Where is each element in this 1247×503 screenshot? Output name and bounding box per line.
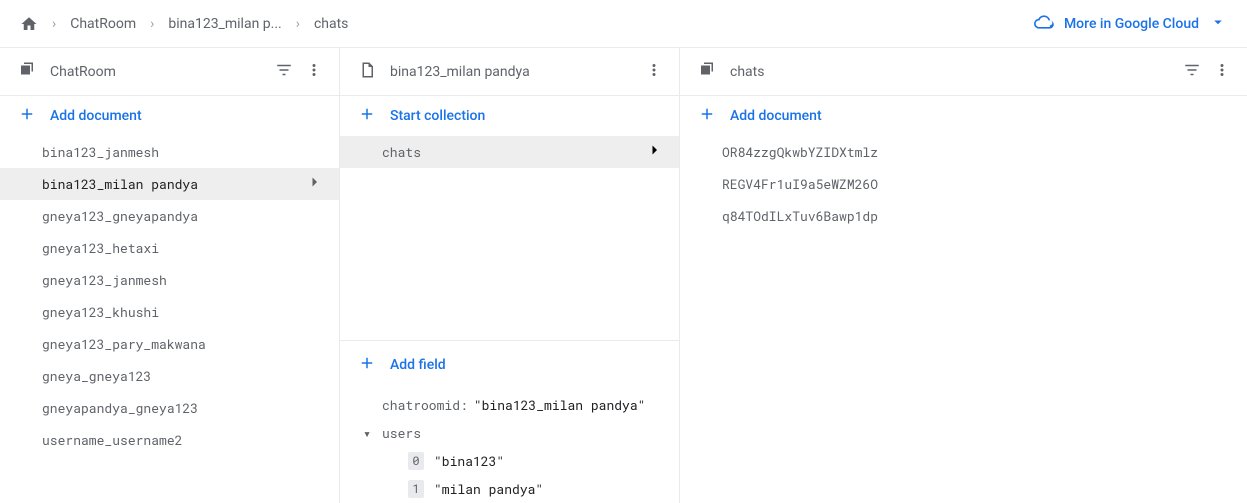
- home-icon[interactable]: [20, 15, 38, 33]
- breadcrumb-item[interactable]: chats: [314, 16, 348, 32]
- start-collection-button[interactable]: Start collection: [340, 96, 679, 136]
- array-value: "milan pandya": [434, 475, 543, 503]
- breadcrumb: › ChatRoom › bina123_milan p... › chats: [20, 15, 348, 33]
- panels: ChatRoom Add document bina123_janmeshbin…: [0, 48, 1247, 503]
- document-id: gneyapandya_gneya123: [42, 399, 198, 417]
- subcollection-list: chats: [340, 136, 679, 168]
- document-item[interactable]: q84TOdILxTuv6Bawp1dp: [680, 200, 1247, 232]
- document-list: bina123_janmesh bina123_milan pandya gneya…: [0, 136, 339, 456]
- panel-title: bina123_milan pandya: [390, 64, 530, 80]
- cloud-link-label: More in Google Cloud: [1064, 16, 1199, 32]
- chevron-down-icon: [1209, 13, 1227, 35]
- document-item[interactable]: username_username2: [0, 424, 339, 456]
- add-document-label: Add document: [730, 108, 822, 124]
- add-field-label: Add field: [390, 357, 446, 373]
- field-row[interactable]: chatroomid: "bina123_milan pandya": [382, 391, 663, 419]
- chevron-right-icon: ›: [150, 16, 154, 32]
- document-id: OR84zzgQkwbYZIDXtmlz: [722, 143, 878, 161]
- document-item[interactable]: gneya123_gneyapandya: [0, 200, 339, 232]
- chevron-right-icon: ›: [52, 16, 56, 32]
- collection-panel: ChatRoom Add document bina123_janmeshbin…: [0, 48, 340, 503]
- fields-area: Add field chatroomid: "bina123_milan pan…: [340, 340, 679, 503]
- breadcrumb-item[interactable]: ChatRoom: [70, 16, 136, 32]
- field-row[interactable]: ▾ users: [382, 419, 663, 447]
- panel-header: bina123_milan pandya: [340, 48, 679, 96]
- document-item[interactable]: bina123_milan pandya: [0, 168, 339, 200]
- document-icon: [358, 61, 376, 83]
- start-collection-label: Start collection: [390, 108, 485, 124]
- plus-icon: [358, 105, 376, 127]
- array-item[interactable]: 0 "bina123": [382, 447, 663, 475]
- document-id: REGV4Fr1uI9a5eWZM26O: [722, 175, 878, 193]
- document-id: bina123_milan pandya: [42, 175, 198, 193]
- more-in-google-cloud-link[interactable]: More in Google Cloud: [1034, 12, 1227, 36]
- document-item[interactable]: gneya123_hetaxi: [0, 232, 339, 264]
- plus-icon: [358, 354, 376, 376]
- document-item[interactable]: bina123_janmesh: [0, 136, 339, 168]
- add-document-label: Add document: [50, 108, 142, 124]
- panel-title: chats: [730, 64, 764, 80]
- document-panel: bina123_milan pandya Start collection ch…: [340, 48, 680, 503]
- panel-header: ChatRoom: [0, 48, 339, 96]
- document-id: gneya123_gneyapandya: [42, 207, 198, 225]
- plus-icon: [698, 105, 716, 127]
- document-item[interactable]: gneyapandya_gneya123: [0, 392, 339, 424]
- document-id: bina123_janmesh: [42, 143, 159, 161]
- document-item[interactable]: OR84zzgQkwbYZIDXtmlz: [680, 136, 1247, 168]
- collection-icon: [18, 61, 36, 83]
- document-id: gneya123_khushi: [42, 303, 159, 321]
- more-vert-icon[interactable]: [645, 61, 663, 83]
- array-index-badge: 0: [408, 452, 424, 470]
- cloud-icon: [1034, 12, 1054, 36]
- field-key: chatroomid:: [382, 391, 468, 419]
- document-id: gneya123_hetaxi: [42, 239, 159, 257]
- document-item[interactable]: gneya_gneya123: [0, 360, 339, 392]
- panel-title: ChatRoom: [50, 64, 116, 80]
- filter-icon[interactable]: [1183, 61, 1201, 83]
- chevron-right-icon: [645, 141, 663, 163]
- add-document-button[interactable]: Add document: [0, 96, 339, 136]
- subcollection-item[interactable]: chats: [340, 136, 679, 168]
- chevron-right-icon: ›: [296, 16, 300, 32]
- panel-header: chats: [680, 48, 1247, 96]
- document-item[interactable]: gneya123_pary_makwana: [0, 328, 339, 360]
- subcollection-panel: chats Add document OR84zzgQkwbYZIDXtmlz R…: [680, 48, 1247, 503]
- document-id: username_username2: [42, 431, 182, 449]
- subcollection-label: chats: [382, 143, 421, 161]
- collection-icon: [698, 61, 716, 83]
- topbar: › ChatRoom › bina123_milan p... › chats …: [0, 0, 1247, 48]
- document-id: q84TOdILxTuv6Bawp1dp: [722, 207, 878, 225]
- document-item[interactable]: gneya123_khushi: [0, 296, 339, 328]
- array-value: "bina123": [434, 447, 504, 475]
- more-vert-icon[interactable]: [1213, 61, 1231, 83]
- document-id: gneya_gneya123: [42, 367, 151, 385]
- add-document-button[interactable]: Add document: [680, 96, 1247, 136]
- document-item[interactable]: gneya123_janmesh: [0, 264, 339, 296]
- field-key: users: [382, 419, 421, 447]
- breadcrumb-item[interactable]: bina123_milan p...: [168, 16, 281, 32]
- plus-icon: [18, 105, 36, 127]
- field-value: "bina123_milan pandya": [474, 391, 646, 419]
- array-item[interactable]: 1 "milan pandya": [382, 475, 663, 503]
- fields-list: chatroomid: "bina123_milan pandya" ▾ use…: [340, 385, 679, 503]
- document-list: OR84zzgQkwbYZIDXtmlz REGV4Fr1uI9a5eWZM26O…: [680, 136, 1247, 232]
- chevron-right-icon: [305, 173, 323, 195]
- document-id: gneya123_janmesh: [42, 271, 167, 289]
- add-field-button[interactable]: Add field: [340, 345, 679, 385]
- caret-down-icon[interactable]: ▾: [358, 419, 376, 447]
- document-item[interactable]: REGV4Fr1uI9a5eWZM26O: [680, 168, 1247, 200]
- document-id: gneya123_pary_makwana: [42, 335, 206, 353]
- array-index-badge: 1: [408, 480, 424, 498]
- more-vert-icon[interactable]: [305, 61, 323, 83]
- filter-icon[interactable]: [275, 61, 293, 83]
